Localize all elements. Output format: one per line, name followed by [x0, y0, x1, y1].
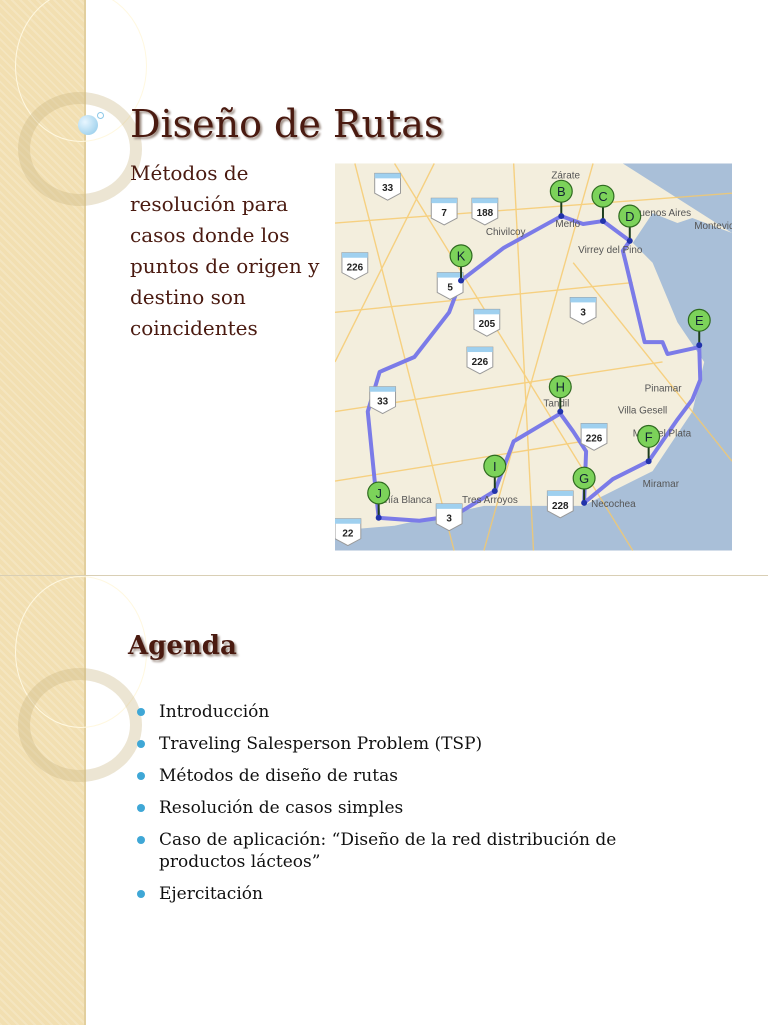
agenda-heading: Agenda — [128, 631, 237, 661]
bullet-icon — [137, 836, 145, 844]
svg-text:K: K — [457, 249, 466, 264]
svg-text:205: 205 — [479, 319, 496, 330]
ring-decoration — [18, 92, 142, 206]
svg-text:F: F — [645, 429, 653, 444]
svg-text:B: B — [557, 184, 566, 199]
decorative-band — [0, 0, 147, 575]
svg-text:G: G — [579, 471, 589, 486]
svg-text:I: I — [493, 459, 497, 474]
place-label: Virrey del Pino — [578, 245, 643, 256]
place-label: Necochea — [591, 499, 636, 510]
svg-text:7: 7 — [441, 208, 447, 219]
bullet-icon — [137, 804, 145, 812]
bullet-icon — [137, 740, 145, 748]
bullet-icon — [137, 708, 145, 716]
place-label: Buenos Aires — [633, 208, 691, 219]
bubble-icon — [97, 112, 104, 119]
route-map: 337 1882265205226333226228322 ZárateMerlo… — [335, 163, 732, 551]
svg-text:226: 226 — [347, 263, 364, 274]
agenda-list: Introducción Traveling Salesperson Probl… — [135, 701, 695, 915]
place-label: Tres Arroyos — [462, 495, 518, 506]
svg-text:3: 3 — [580, 307, 586, 318]
svg-text:228: 228 — [552, 501, 569, 512]
place-label: Merlo — [555, 219, 580, 230]
subtitle: Métodos de resolución para casos donde l… — [130, 161, 320, 340]
bubble-icon — [78, 115, 98, 135]
place-label: Montevideo — [694, 221, 732, 232]
svg-text:226: 226 — [472, 357, 489, 368]
agenda-item: Traveling Salesperson Problem (TSP) — [135, 733, 695, 755]
svg-text:5: 5 — [447, 283, 453, 294]
place-label: Chivilcoy — [486, 227, 526, 238]
svg-text:3: 3 — [446, 514, 452, 525]
svg-text:188: 188 — [477, 208, 494, 219]
svg-text:C: C — [598, 189, 607, 204]
place-label: Miramar — [643, 479, 680, 490]
page-title: Diseño de Rutas — [130, 102, 444, 146]
agenda-item: Caso de aplicación: “Diseño de la red di… — [135, 829, 695, 873]
agenda-item: Introducción — [135, 701, 695, 723]
svg-text:33: 33 — [377, 397, 389, 408]
svg-text:E: E — [695, 313, 704, 328]
svg-text:H: H — [556, 380, 565, 395]
agenda-item: Resolución de casos simples — [135, 797, 695, 819]
place-label: Tandil — [543, 399, 569, 410]
agenda-item: Ejercitación — [135, 883, 695, 905]
ring-decoration — [18, 668, 142, 782]
svg-text:D: D — [625, 209, 634, 224]
place-label: Pinamar — [645, 384, 683, 395]
slide-agenda: Agenda Introducción Traveling Salesperso… — [0, 575, 768, 1025]
decorative-band — [0, 576, 147, 1025]
bullet-icon — [137, 772, 145, 780]
svg-text:J: J — [375, 486, 381, 501]
bullet-icon — [137, 890, 145, 898]
slide-title: Diseño de Rutas Métodos de resolución pa… — [0, 0, 768, 575]
svg-text:22: 22 — [342, 529, 354, 540]
place-label: Zárate — [551, 170, 580, 181]
agenda-item: Métodos de diseño de rutas — [135, 765, 695, 787]
place-label: Villa Gesell — [618, 406, 667, 417]
svg-text:33: 33 — [382, 183, 394, 194]
svg-text:226: 226 — [586, 433, 603, 444]
